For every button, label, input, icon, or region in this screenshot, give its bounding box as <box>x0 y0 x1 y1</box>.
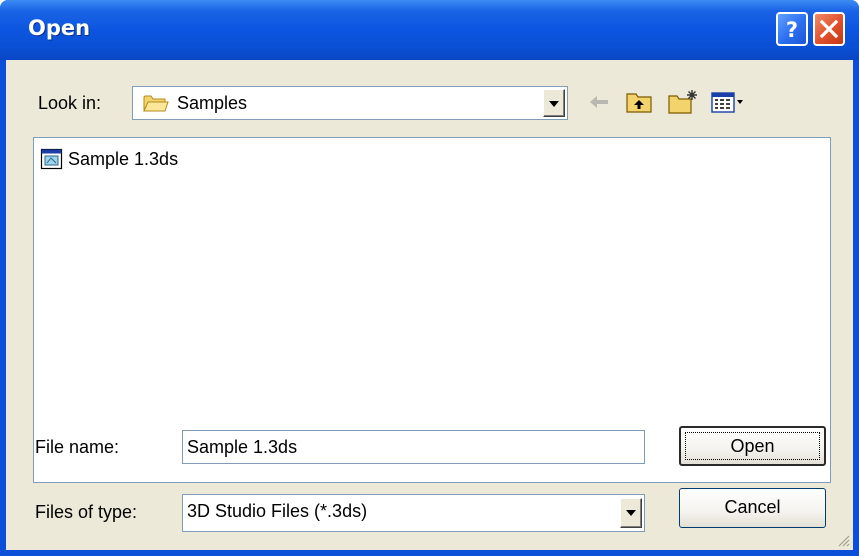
file-name-input[interactable]: Sample 1.3ds <box>182 430 645 464</box>
help-button[interactable]: ? <box>776 12 808 46</box>
close-icon <box>819 19 839 39</box>
file-name: Sample 1.3ds <box>68 149 179 169</box>
up-folder-icon[interactable] <box>624 88 654 116</box>
3ds-file-icon <box>40 148 63 170</box>
title-bar[interactable]: Open ? <box>0 0 859 60</box>
svg-text:?: ? <box>786 18 798 42</box>
view-menu-icon[interactable] <box>710 88 746 116</box>
resize-grip-icon[interactable] <box>836 533 850 547</box>
look-in-value: Samples <box>177 93 248 113</box>
focus-rectangle <box>685 432 820 460</box>
look-in-dropdown[interactable]: Samples <box>132 86 568 120</box>
file-type-label: Files of type: <box>35 502 138 522</box>
open-button[interactable]: Open <box>679 426 826 466</box>
file-type-dropdown[interactable]: 3D Studio Files (*.3ds) <box>182 494 645 532</box>
close-button[interactable] <box>813 12 845 46</box>
look-in-dropdown-arrow[interactable] <box>543 89 565 117</box>
open-dialog: Open ? Look in: Samples Sample 1.3ds Fil… <box>0 0 859 556</box>
back-arrow-icon[interactable] <box>586 88 612 116</box>
file-type-dropdown-arrow[interactable] <box>620 498 642 528</box>
new-folder-icon[interactable] <box>666 88 700 116</box>
file-name-label: File name: <box>35 437 120 457</box>
window-title: Open <box>28 16 91 40</box>
file-type-value: 3D Studio Files (*.3ds) <box>187 501 368 521</box>
folder-icon <box>143 95 169 112</box>
cancel-button[interactable]: Cancel <box>679 488 826 528</box>
look-in-label: Look in: <box>38 93 102 113</box>
cancel-button-label: Cancel <box>724 497 781 517</box>
dialog-body: Look in: Samples Sample 1.3ds File name:… <box>6 60 853 550</box>
help-icon: ? <box>786 18 798 42</box>
